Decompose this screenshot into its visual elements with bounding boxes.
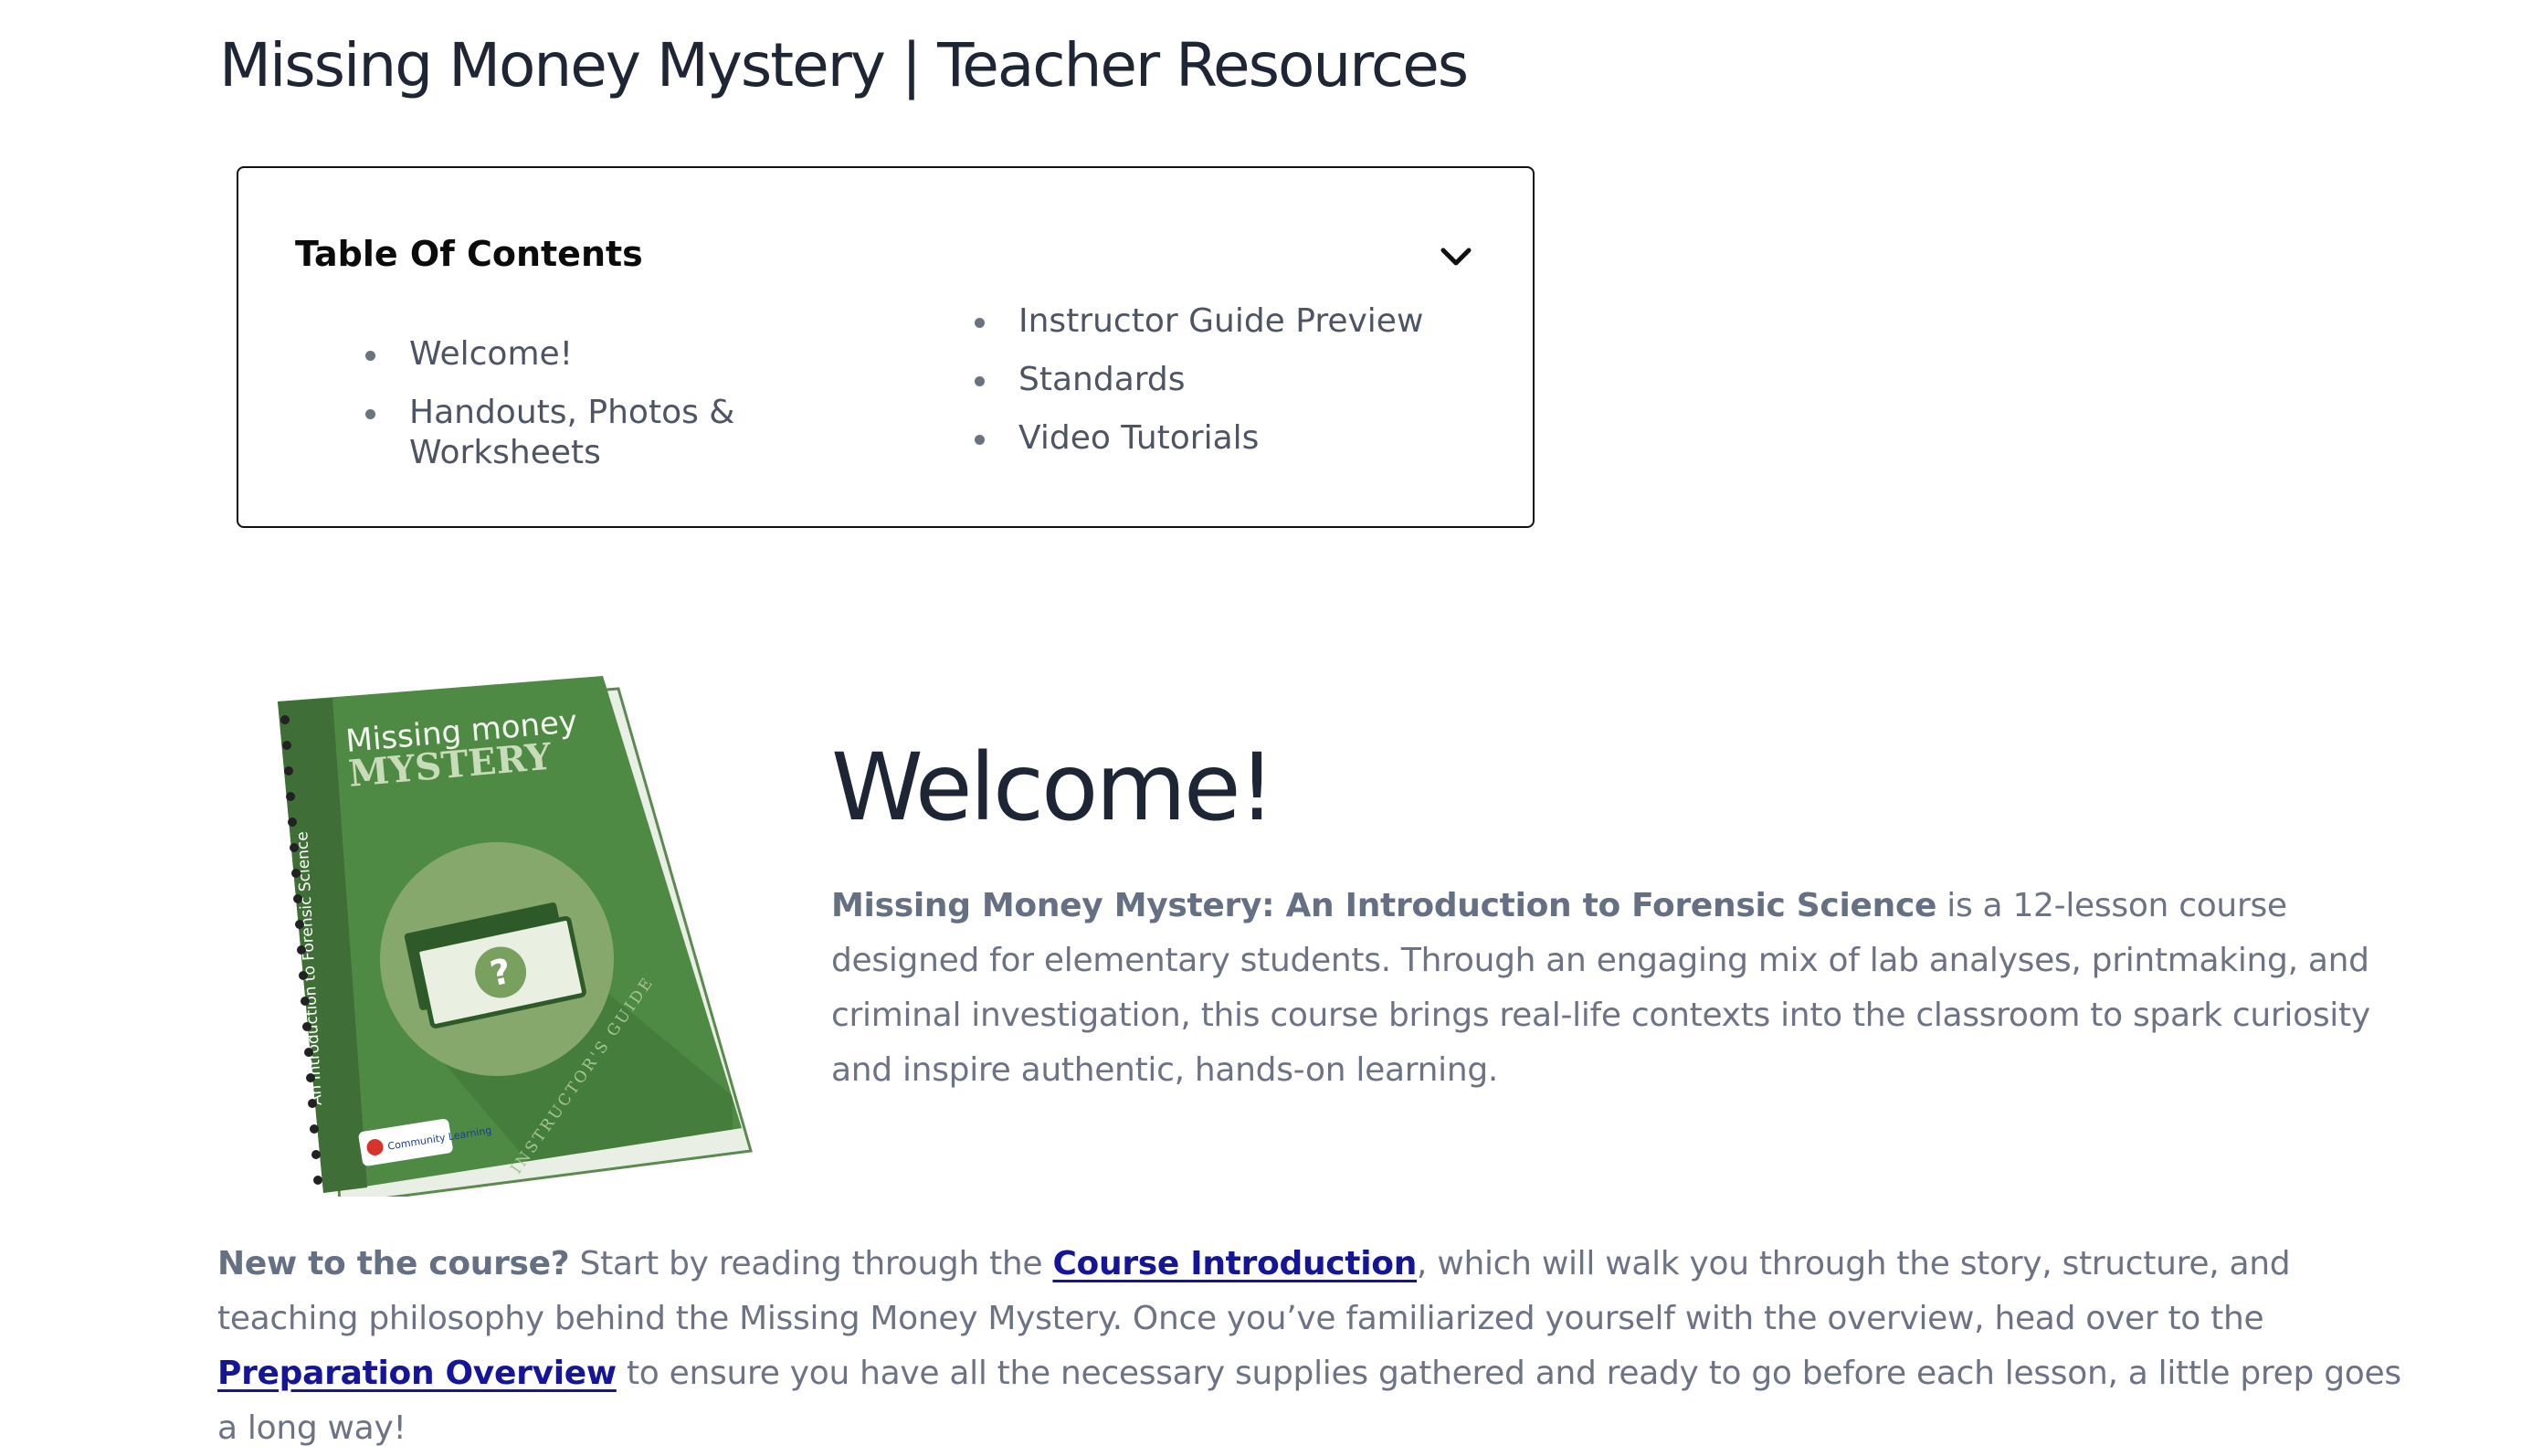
toc-item-instructor-guide[interactable]: Instructor Guide Preview [975,301,1486,342]
toc-item-standards[interactable]: Standards [975,360,1486,400]
course-introduction-link[interactable]: Course Introduction [1052,1245,1417,1282]
preparation-overview-link[interactable]: Preparation Overview [217,1355,617,1392]
intro-text-1: Start by reading through the [569,1245,1053,1282]
toc-list-right: Instructor Guide Preview Standards Video… [975,301,1486,477]
toc-item-handouts[interactable]: Handouts, Photos & Worksheets [365,393,795,473]
toc-item-video-tutorials[interactable]: Video Tutorials [975,418,1486,459]
toc-item-welcome[interactable]: Welcome! [365,334,795,375]
instructor-guide-cover-image: ? Missing money MYSTERY An Introduction … [278,676,753,1197]
toc-title: Table Of Contents [295,234,643,274]
page-title: Missing Money Mystery | Teacher Resource… [219,30,1469,100]
intro-lead: New to the course? [217,1245,570,1282]
welcome-heading: Welcome! [831,733,1275,842]
chevron-down-icon[interactable] [1438,243,1474,272]
course-full-title: Missing Money Mystery: An Introduction t… [831,887,1937,924]
table-of-contents: Table Of Contents Welcome! Handouts, Pho… [237,166,1535,528]
toc-list-left: Welcome! Handouts, Photos & Worksheets [365,334,795,491]
intro-paragraph: New to the course? Start by reading thro… [217,1237,2410,1456]
welcome-paragraph: Missing Money Mystery: An Introduction t… [831,879,2384,1098]
